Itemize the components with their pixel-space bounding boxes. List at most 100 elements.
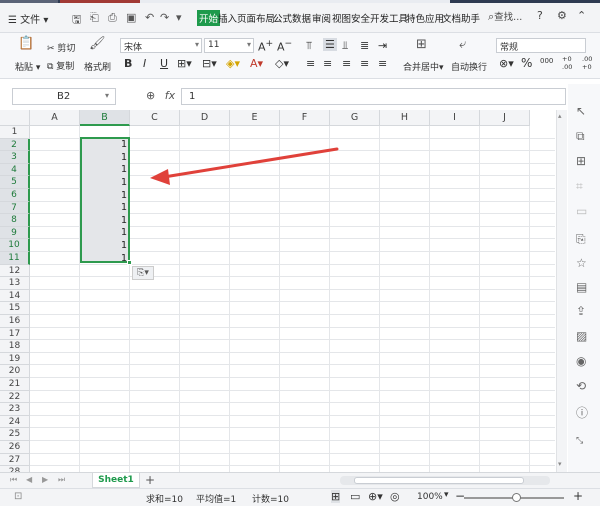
normal-view-icon[interactable]: ⊞ <box>331 490 341 503</box>
cell-b8[interactable]: 1 <box>80 215 127 228</box>
row-header-24[interactable]: 24 <box>0 415 30 429</box>
tab-formulas[interactable]: 公式 <box>273 11 292 25</box>
tab-page-layout[interactable]: 页面布局 <box>237 11 275 25</box>
settings-icon[interactable]: ⚙ <box>557 9 567 22</box>
row-header-25[interactable]: 25 <box>0 428 30 441</box>
tab-special[interactable]: 特色应用 <box>406 11 444 25</box>
cell-b10[interactable]: 1 <box>80 240 127 253</box>
help-icon[interactable]: ? <box>537 9 543 22</box>
name-box[interactable]: B2 ▾ <box>12 88 116 105</box>
paste-options-button[interactable]: ⎘▾ <box>132 266 154 280</box>
cell-b3[interactable]: 1 <box>80 152 127 165</box>
copy-format-icon[interactable]: ⎘ <box>576 232 586 247</box>
cell-b6[interactable]: 1 <box>80 190 127 203</box>
font-color-icon[interactable]: A▾ <box>250 57 263 70</box>
row-header-15[interactable]: 15 <box>0 302 30 315</box>
column-header-b[interactable]: B <box>80 110 130 126</box>
cell-b11[interactable]: 1 <box>80 253 127 266</box>
underline-icon[interactable]: U <box>160 57 168 70</box>
zoom-in-button[interactable]: + <box>573 489 583 503</box>
fill-pattern-icon[interactable]: ⊟▾ <box>202 57 217 70</box>
cell-b4[interactable]: 1 <box>80 164 127 177</box>
table-icon[interactable]: ⊞ <box>576 154 586 168</box>
help-circle-icon[interactable]: ⓘ <box>576 404 588 421</box>
tab-home[interactable]: 开始 <box>197 10 221 26</box>
first-sheet-icon[interactable]: ⏮ <box>10 475 17 485</box>
row-header-6[interactable]: 6 <box>0 189 30 202</box>
preview-icon[interactable]: ▣ <box>126 11 136 24</box>
horizontal-scrollbar[interactable] <box>340 476 550 485</box>
merge-center-icon[interactable]: ⊞ <box>416 37 427 52</box>
orientation-icon[interactable]: ≣ <box>360 39 369 52</box>
column-header-g[interactable]: G <box>330 110 380 126</box>
save-icon[interactable]: 🖫 <box>72 11 81 30</box>
comment-icon[interactable]: ▭ <box>576 204 587 218</box>
tab-developer[interactable]: 开发工具 <box>370 11 408 25</box>
justify-icon[interactable]: ≡ <box>360 57 369 70</box>
cell-b5[interactable]: 1 <box>80 177 127 190</box>
row-header-22[interactable]: 22 <box>0 390 30 404</box>
align-right-icon[interactable]: ≡ <box>342 57 351 70</box>
wrap-text-icon[interactable]: ⤶ <box>459 37 466 52</box>
cell-b2[interactable]: 1 <box>80 139 127 152</box>
row-header-11[interactable]: 11 <box>0 252 30 265</box>
horizontal-scroll-thumb[interactable] <box>354 477 524 484</box>
paste-icon[interactable]: 📋 <box>18 36 34 51</box>
row-header-4[interactable]: 4 <box>0 163 30 177</box>
italic-icon[interactable]: I <box>143 57 146 70</box>
tab-data[interactable]: 数据 <box>292 11 311 25</box>
increase-font-icon[interactable]: A+ <box>258 38 273 54</box>
row-header-12[interactable]: 12 <box>0 264 30 278</box>
paste-button[interactable]: 粘贴 ▾ <box>15 60 40 73</box>
next-sheet-icon[interactable]: ▶ <box>42 475 48 484</box>
row-header-19[interactable]: 19 <box>0 352 30 366</box>
format-painter-button[interactable]: 格式刷 <box>84 60 111 73</box>
last-sheet-icon[interactable]: ⏭ <box>58 475 65 485</box>
macro-icon[interactable]: ⊡ <box>14 491 22 502</box>
qat-dropdown-icon[interactable]: ▾ <box>176 11 182 24</box>
wrap-text-button[interactable]: 自动换行 <box>451 60 487 73</box>
percent-button[interactable]: % <box>521 56 532 70</box>
align-center-icon[interactable]: ≡ <box>323 57 332 70</box>
format-painter-icon[interactable]: 🖌 <box>89 36 106 51</box>
tab-security[interactable]: 安全 <box>351 11 370 25</box>
export-icon[interactable]: ⎗ <box>90 11 99 25</box>
font-name-select[interactable]: 宋体 ▾ <box>120 38 202 53</box>
align-middle-icon[interactable]: ☰ <box>323 38 337 51</box>
row-header-1[interactable]: 1 <box>0 126 30 139</box>
shapes-icon[interactable]: ⧉ <box>576 129 585 144</box>
scroll-down-icon[interactable]: ▾ <box>558 460 562 468</box>
column-header-a[interactable]: A <box>30 110 80 126</box>
redo-icon[interactable]: ↷ <box>160 11 169 24</box>
zoom-cell-icon[interactable]: ⊕ <box>146 89 155 102</box>
vertical-scrollbar[interactable]: ▴ ▾ <box>556 110 567 472</box>
collapse-ribbon-icon[interactable]: ⌃ <box>577 9 586 22</box>
column-header-e[interactable]: E <box>230 110 280 126</box>
row-header-27[interactable]: 27 <box>0 453 30 467</box>
reading-mode-icon[interactable]: ◎ <box>390 490 400 503</box>
zoom-out-button[interactable]: − <box>455 489 465 503</box>
history-icon[interactable]: ⟲ <box>576 379 586 393</box>
copy-button[interactable]: ⧉ 复制 <box>47 59 74 72</box>
row-header-16[interactable]: 16 <box>0 315 30 328</box>
zoom-slider-knob[interactable] <box>512 493 521 502</box>
decrease-font-icon[interactable]: A− <box>277 38 292 54</box>
increase-decimal-button[interactable]: +0 .00 <box>562 55 578 71</box>
row-header-23[interactable]: 23 <box>0 403 30 416</box>
thousands-separator-button[interactable]: 000 <box>540 57 553 65</box>
tab-doc-assistant[interactable]: 文档助手 <box>442 11 480 25</box>
row-header-26[interactable]: 26 <box>0 441 30 454</box>
row-header-20[interactable]: 20 <box>0 365 30 378</box>
indent-icon[interactable]: ⇥ <box>378 39 387 52</box>
undo-icon[interactable]: ↶ <box>145 11 154 24</box>
zoom-level[interactable]: 100% <box>417 492 443 502</box>
column-header-i[interactable]: I <box>430 110 480 126</box>
row-header-3[interactable]: 3 <box>0 151 30 164</box>
search-box[interactable]: ⌕查找... <box>488 9 522 24</box>
star-icon[interactable]: ☆ <box>576 256 587 270</box>
scroll-up-icon[interactable]: ▴ <box>558 112 562 120</box>
prev-sheet-icon[interactable]: ◀ <box>26 475 32 484</box>
file-menu[interactable]: ☰ 文件 ▾ <box>8 11 48 26</box>
select-cursor-icon[interactable]: ↖ <box>576 104 586 118</box>
tab-view[interactable]: 视图 <box>332 11 351 25</box>
